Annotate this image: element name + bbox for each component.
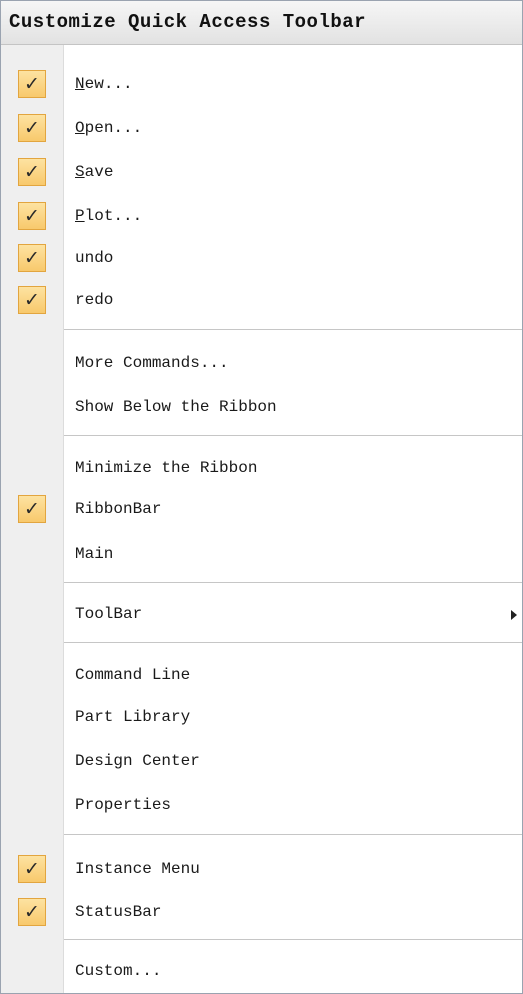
menu-item-command-line[interactable]: Command Line bbox=[1, 657, 522, 695]
menu-item-open[interactable]: ✓ Open... bbox=[1, 110, 522, 148]
menu-header: Customize Quick Access Toolbar bbox=[1, 1, 522, 45]
menu-item-label: Properties bbox=[75, 796, 172, 814]
checkmark-icon: ✓ bbox=[18, 158, 46, 186]
menu-item-show-below-ribbon[interactable]: Show Below the Ribbon bbox=[1, 389, 522, 427]
mnemonic-letter: O bbox=[75, 119, 85, 137]
checkmark-icon: ✓ bbox=[18, 898, 46, 926]
menu-item-toolbar[interactable]: ToolBar bbox=[1, 596, 522, 634]
menu-separator bbox=[64, 329, 522, 330]
label-text: ew... bbox=[84, 75, 133, 93]
quick-access-toolbar-menu: Customize Quick Access Toolbar ✓ New... … bbox=[0, 0, 523, 994]
menu-item-label: Custom... bbox=[75, 962, 162, 980]
menu-item-label: Main bbox=[75, 545, 114, 563]
menu-item-properties[interactable]: Properties bbox=[1, 787, 522, 825]
menu-item-label: Minimize the Ribbon bbox=[75, 459, 258, 477]
menu-separator bbox=[64, 939, 522, 940]
menu-item-label: Design Center bbox=[75, 752, 200, 770]
menu-item-ribbonbar[interactable]: ✓ RibbonBar bbox=[1, 491, 522, 529]
menu-item-part-library[interactable]: Part Library bbox=[1, 699, 522, 737]
menu-item-label: Part Library bbox=[75, 708, 191, 726]
menu-item-label: Show Below the Ribbon bbox=[75, 398, 277, 416]
mnemonic-letter: P bbox=[75, 207, 85, 225]
menu-item-new[interactable]: ✓ New... bbox=[1, 66, 522, 104]
menu-item-statusbar[interactable]: ✓ StatusBar bbox=[1, 894, 522, 932]
menu-item-instance-menu[interactable]: ✓ Instance Menu bbox=[1, 851, 522, 889]
checkmark-icon: ✓ bbox=[18, 70, 46, 98]
menu-separator bbox=[64, 435, 522, 436]
menu-item-label: Plot... bbox=[75, 206, 142, 226]
menu-separator bbox=[64, 834, 522, 835]
checkmark-icon: ✓ bbox=[18, 202, 46, 230]
label-text: lot... bbox=[84, 207, 143, 225]
checkmark-icon: ✓ bbox=[18, 244, 46, 272]
menu-item-design-center[interactable]: Design Center bbox=[1, 743, 522, 781]
menu-item-label: RibbonBar bbox=[75, 500, 162, 518]
menu-item-label: Open... bbox=[75, 118, 142, 138]
mnemonic-letter: S bbox=[75, 163, 85, 181]
checkmark-icon: ✓ bbox=[18, 855, 46, 883]
menu-item-label: undo bbox=[75, 249, 114, 267]
checkmark-icon: ✓ bbox=[18, 114, 46, 142]
menu-item-label: Command Line bbox=[75, 666, 191, 684]
chevron-right-icon bbox=[511, 610, 517, 620]
menu-item-label: redo bbox=[75, 291, 114, 309]
menu-item-label: Instance Menu bbox=[75, 860, 200, 878]
menu-item-label: StatusBar bbox=[75, 903, 162, 921]
menu-item-label: ToolBar bbox=[75, 605, 143, 623]
menu-item-label: New... bbox=[75, 74, 133, 94]
menu-title: Customize Quick Access Toolbar bbox=[9, 11, 367, 33]
label-text: pen... bbox=[84, 119, 143, 137]
menu-item-undo[interactable]: ✓ undo bbox=[1, 240, 522, 278]
checkmark-icon: ✓ bbox=[18, 495, 46, 523]
mnemonic-letter: N bbox=[75, 75, 85, 93]
menu-item-custom[interactable]: Custom... bbox=[1, 953, 522, 991]
menu-separator bbox=[64, 582, 522, 583]
menu-item-redo[interactable]: ✓ redo bbox=[1, 282, 522, 320]
menu-item-more-commands[interactable]: More Commands... bbox=[1, 345, 522, 383]
menu-item-main[interactable]: Main bbox=[1, 536, 522, 574]
menu-item-label: Save bbox=[75, 162, 113, 182]
menu-item-label: More Commands... bbox=[75, 354, 229, 372]
label-text: ave bbox=[84, 163, 114, 181]
menu-item-plot[interactable]: ✓ Plot... bbox=[1, 198, 522, 236]
menu-item-minimize-ribbon[interactable]: Minimize the Ribbon bbox=[1, 450, 522, 488]
menu-separator bbox=[64, 642, 522, 643]
checkmark-icon: ✓ bbox=[18, 286, 46, 314]
menu-item-save[interactable]: ✓ Save bbox=[1, 154, 522, 192]
